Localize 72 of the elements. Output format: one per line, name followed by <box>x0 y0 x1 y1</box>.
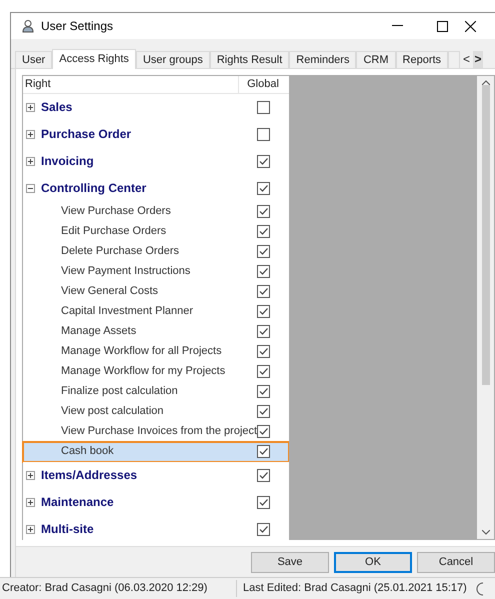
right-label: View post calculation <box>61 404 164 420</box>
right-label: View Payment Instructions <box>61 264 190 280</box>
group-label: Sales <box>41 99 72 116</box>
scroll-up-icon[interactable] <box>482 80 490 85</box>
tab[interactable]: Reports <box>396 51 448 68</box>
checkbox[interactable] <box>256 225 270 238</box>
checkbox[interactable] <box>256 345 270 358</box>
checkbox[interactable] <box>256 385 270 398</box>
expander-icon[interactable] <box>26 102 35 112</box>
tab[interactable]: Access Rights <box>52 49 136 69</box>
expander-icon[interactable] <box>26 498 35 506</box>
checkbox[interactable] <box>256 128 270 140</box>
close-icon <box>465 20 476 32</box>
right-label: View General Costs <box>61 284 158 300</box>
right-label: Manage Assets <box>61 324 136 340</box>
checkbox[interactable] <box>256 205 270 218</box>
tab[interactable]: User groups <box>136 51 210 68</box>
tab-scroll-right-button[interactable]: > <box>473 51 484 68</box>
minimize-icon <box>392 25 403 27</box>
expander-icon[interactable] <box>26 184 35 192</box>
checkbox[interactable] <box>256 305 270 318</box>
creator-text: Creator: Brad Casagni (06.03.2020 12:29) <box>0 580 237 597</box>
group-label: Multi-site <box>41 521 94 538</box>
right-label: View Purchase Invoices from the project <box>61 424 258 440</box>
group-label: Invoicing <box>41 153 94 170</box>
expander-icon[interactable] <box>26 524 35 534</box>
tab[interactable]: Reminders <box>289 51 356 68</box>
right-label: Manage Workflow for all Projects <box>61 344 222 360</box>
dialog-button[interactable]: Cancel <box>417 552 495 572</box>
column-header: Right <box>23 76 239 92</box>
checkbox[interactable] <box>256 445 270 458</box>
tab[interactable]: CRM <box>356 51 396 68</box>
tree-row[interactable]: Cash book <box>23 442 289 462</box>
checkbox[interactable] <box>256 325 270 338</box>
right-label: Edit Purchase Orders <box>61 224 166 240</box>
group-label: Controlling Center <box>41 180 146 197</box>
right-label: Cash book <box>61 444 114 460</box>
tab[interactable]: User <box>15 51 52 68</box>
column-header: Global <box>246 77 280 92</box>
right-label: Finalize post calculation <box>61 384 178 400</box>
scrollbar[interactable] <box>477 76 494 539</box>
right-label: Capital Investment Planner <box>61 304 194 320</box>
tab-scroll-left-button[interactable]: < <box>460 51 474 68</box>
group-label: Maintenance <box>41 494 114 511</box>
expander-icon[interactable] <box>26 470 35 480</box>
checkbox[interactable] <box>256 100 270 114</box>
checkbox[interactable] <box>256 285 270 298</box>
checkbox[interactable] <box>256 245 270 258</box>
dialog-button[interactable]: Save <box>251 552 329 572</box>
checkbox[interactable] <box>256 365 270 378</box>
checkbox[interactable] <box>256 154 270 168</box>
expander-icon[interactable] <box>26 156 35 166</box>
right-label: Delete Purchase Orders <box>61 244 179 260</box>
scroll-down-icon[interactable] <box>482 530 490 535</box>
group-label: Items/Addresses <box>41 467 138 484</box>
checkbox[interactable] <box>256 405 270 418</box>
dialog-button[interactable]: OK <box>334 552 412 572</box>
right-label: View Purchase Orders <box>61 204 171 220</box>
last-edited-text: Last Edited: Brad Casagni (25.01.2021 15:17) <box>243 581 467 596</box>
group-label: Purchase Order <box>41 126 132 143</box>
maximize-icon <box>437 20 448 32</box>
checkbox[interactable] <box>256 265 270 278</box>
tab[interactable]: Rights Result <box>210 51 290 68</box>
checkbox[interactable] <box>256 182 270 194</box>
checkbox[interactable] <box>256 425 270 438</box>
window-title: User Settings <box>41 18 114 35</box>
checkbox[interactable] <box>256 468 270 482</box>
user-icon <box>21 19 35 33</box>
expander-icon[interactable] <box>26 130 35 138</box>
checkbox[interactable] <box>256 522 270 536</box>
right-label: Manage Workflow for my Projects <box>61 364 226 380</box>
checkbox[interactable] <box>256 496 270 508</box>
